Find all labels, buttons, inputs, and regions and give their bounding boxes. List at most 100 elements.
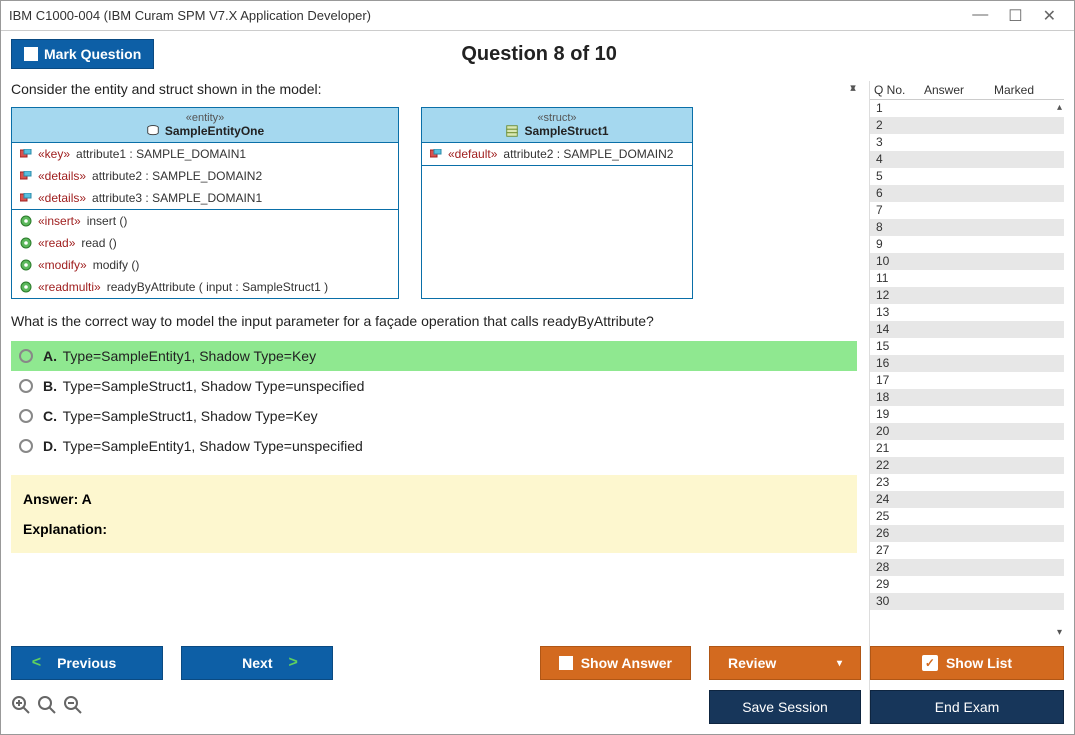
titlebar: IBM C1000-004 (IBM Curam SPM V7.X Applic… [1, 1, 1074, 31]
close-icon[interactable]: ✕ [1043, 6, 1056, 26]
qlist-row[interactable]: 6 [870, 185, 1064, 202]
minimize-icon[interactable]: — [972, 6, 988, 26]
qlist-row[interactable]: 19 [870, 406, 1064, 423]
checkbox-icon [559, 656, 573, 670]
save-session-button[interactable]: Save Session [709, 690, 861, 724]
entity-op: «modify» modify () [12, 254, 398, 276]
qlist-row[interactable]: 16 [870, 355, 1064, 372]
qlist-row[interactable]: 14 [870, 321, 1064, 338]
radio-icon [19, 349, 33, 363]
zoom-out-icon[interactable] [63, 695, 83, 718]
right-buttons: ✓ Show List End Exam [870, 640, 1064, 724]
qlist-row[interactable]: 5 [870, 168, 1064, 185]
entity-attr: «details» attribute3 : SAMPLE_DOMAIN1 [12, 187, 398, 209]
struct-header: «struct» SampleStruct1 [422, 108, 692, 143]
qlist-row[interactable]: 28 [870, 559, 1064, 576]
entity-op: «readmulti» readyByAttribute ( input : S… [12, 276, 398, 298]
qlist-row[interactable]: 30 [870, 593, 1064, 610]
chevron-right-icon: > [289, 654, 298, 672]
struct-attr: «default» attribute2 : SAMPLE_DOMAIN2 [422, 143, 692, 165]
qlist-row[interactable]: 9 [870, 236, 1064, 253]
attr-icon [20, 171, 32, 181]
review-button[interactable]: Review ▾ [709, 646, 861, 680]
entity-ops: «insert» insert () «read» read () «modif… [12, 210, 398, 298]
qlist-row[interactable]: 22 [870, 457, 1064, 474]
scroll-up-icon[interactable]: ▴ [1057, 102, 1062, 113]
struct-name-row: SampleStruct1 [422, 124, 692, 138]
zoom-in-icon[interactable] [11, 695, 31, 718]
content: Mark Question Question 8 of 10 ▴ Conside… [1, 31, 1074, 734]
struct-box: «struct» SampleStruct1 «default» attribu… [421, 107, 693, 299]
option-c[interactable]: C. Type=SampleStruct1, Shadow Type=Key [11, 401, 857, 431]
qlist-row[interactable]: 21 [870, 440, 1064, 457]
col-qno: Q No. [874, 83, 924, 97]
entity-op: «insert» insert () [12, 210, 398, 232]
qlist-row[interactable]: 26 [870, 525, 1064, 542]
qlist-row[interactable]: 10 [870, 253, 1064, 270]
question-scroll[interactable]: ▴ Consider the entity and struct shown i… [11, 81, 861, 646]
qlist-row[interactable]: 29 [870, 576, 1064, 593]
zoom-icon[interactable] [37, 695, 57, 718]
col-answer: Answer [924, 83, 994, 97]
op-icon [20, 281, 32, 293]
qlist-row[interactable]: 24 [870, 491, 1064, 508]
attr-icon [20, 149, 32, 159]
chevron-down-icon: ▾ [837, 658, 842, 669]
uml-diagram: «entity» SampleEntityOne «key» attribute… [11, 107, 857, 299]
op-icon [20, 259, 32, 271]
qlist-row[interactable]: 27 [870, 542, 1064, 559]
scroll-down-icon[interactable]: ▾ [845, 81, 861, 646]
main-area: ▴ Consider the entity and struct shown i… [11, 81, 1064, 724]
explanation-label: Explanation: [23, 521, 845, 537]
header-row: Mark Question Question 8 of 10 [11, 39, 1064, 69]
op-icon [20, 237, 32, 249]
qlist-row[interactable]: 8 [870, 219, 1064, 236]
window-controls: — ☐ ✕ [972, 6, 1066, 26]
mark-question-button[interactable]: Mark Question [11, 39, 154, 69]
show-answer-button[interactable]: Show Answer [540, 646, 691, 680]
question-panel: ▴ Consider the entity and struct shown i… [11, 81, 861, 724]
qlist-row[interactable]: 25 [870, 508, 1064, 525]
app-window: IBM C1000-004 (IBM Curam SPM V7.X Applic… [0, 0, 1075, 735]
qlist-row[interactable]: 4 [870, 151, 1064, 168]
struct-attrs: «default» attribute2 : SAMPLE_DOMAIN2 [422, 143, 692, 166]
entity-icon [146, 124, 160, 138]
next-button[interactable]: Next > [181, 646, 333, 680]
entity-attrs: «key» attribute1 : SAMPLE_DOMAIN1 «detai… [12, 143, 398, 210]
qlist-row[interactable]: 3 [870, 134, 1064, 151]
end-exam-button[interactable]: End Exam [870, 690, 1064, 724]
qlist-row[interactable]: 17 [870, 372, 1064, 389]
radio-icon [19, 379, 33, 393]
show-list-button[interactable]: ✓ Show List [870, 646, 1064, 680]
qlist-body[interactable]: ▴ ▾ 123456789101112131415161718192021222… [870, 100, 1064, 640]
scroll-down-icon[interactable]: ▾ [1057, 627, 1062, 638]
sub-question: What is the correct way to model the inp… [11, 313, 857, 329]
op-icon [20, 215, 32, 227]
qlist-row[interactable]: 1 [870, 100, 1064, 117]
qlist-row[interactable]: 23 [870, 474, 1064, 491]
entity-attr: «key» attribute1 : SAMPLE_DOMAIN1 [12, 143, 398, 165]
window-title: IBM C1000-004 (IBM Curam SPM V7.X Applic… [9, 8, 972, 23]
option-a[interactable]: A. Type=SampleEntity1, Shadow Type=Key [11, 341, 857, 371]
checkbox-icon [24, 47, 38, 61]
question-counter: Question 8 of 10 [154, 43, 924, 66]
qlist-row[interactable]: 15 [870, 338, 1064, 355]
previous-button[interactable]: < Previous [11, 646, 163, 680]
maximize-icon[interactable]: ☐ [1008, 6, 1022, 26]
chevron-left-icon: < [32, 654, 41, 672]
option-b[interactable]: B. Type=SampleStruct1, Shadow Type=unspe… [11, 371, 857, 401]
mark-question-label: Mark Question [44, 46, 141, 62]
entity-op: «read» read () [12, 232, 398, 254]
qlist-row[interactable]: 18 [870, 389, 1064, 406]
qlist-row[interactable]: 20 [870, 423, 1064, 440]
qlist-row[interactable]: 7 [870, 202, 1064, 219]
qlist-row[interactable]: 12 [870, 287, 1064, 304]
col-marked: Marked [994, 83, 1060, 97]
qlist-row[interactable]: 13 [870, 304, 1064, 321]
entity-name-row: SampleEntityOne [12, 124, 398, 138]
entity-header: «entity» SampleEntityOne [12, 108, 398, 143]
qlist-row[interactable]: 2 [870, 117, 1064, 134]
entity-stereotype: «entity» [12, 112, 398, 124]
qlist-row[interactable]: 11 [870, 270, 1064, 287]
option-d[interactable]: D. Type=SampleEntity1, Shadow Type=unspe… [11, 431, 857, 461]
